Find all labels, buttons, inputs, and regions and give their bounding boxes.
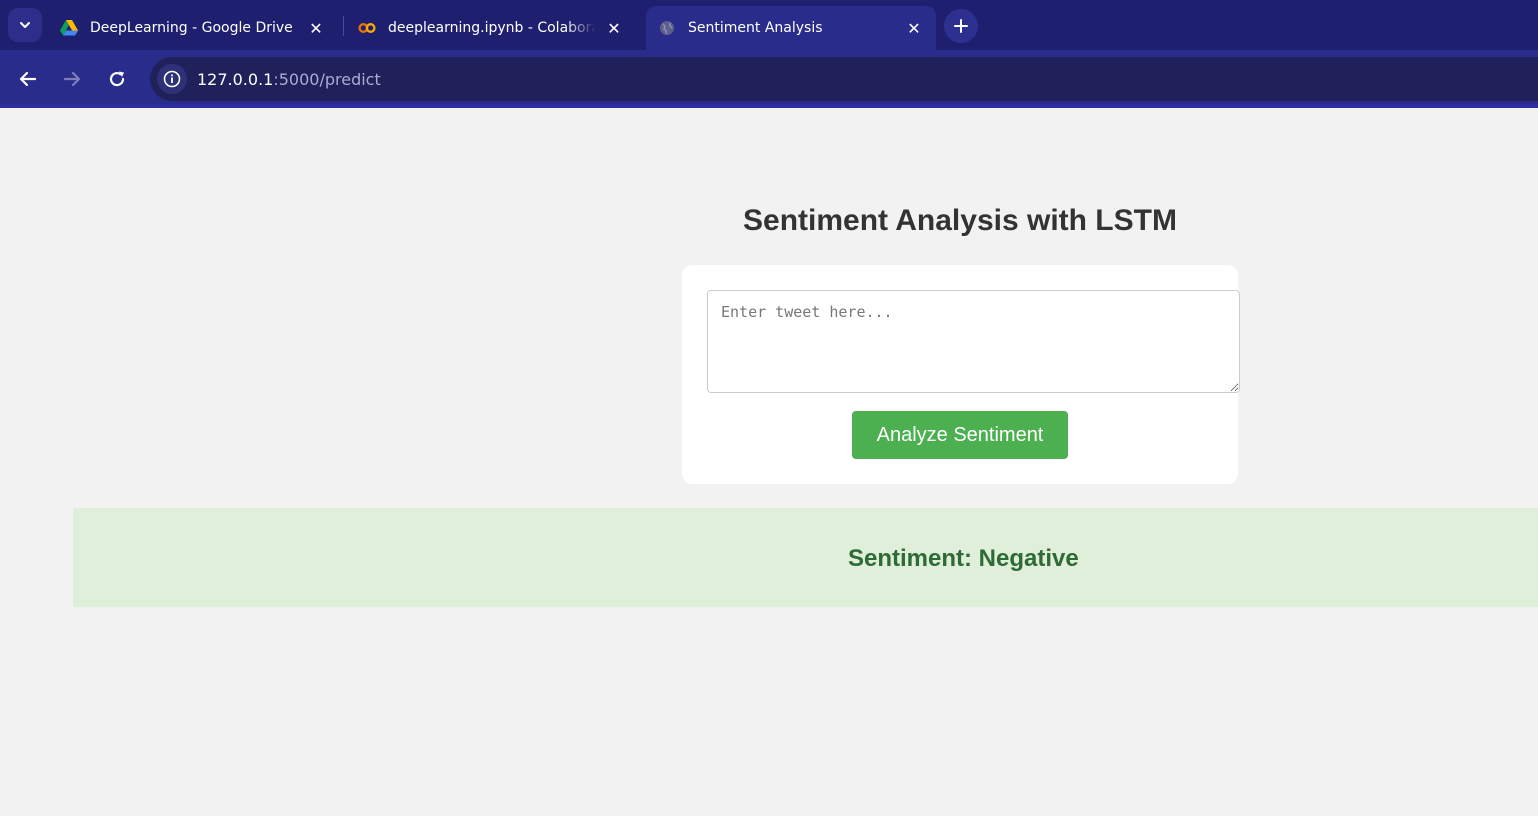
tab-title: Sentiment Analysis bbox=[688, 20, 823, 36]
url-path: :5000/predict bbox=[273, 69, 381, 89]
tab-google-drive[interactable]: DeepLearning - Google Drive ✕ bbox=[48, 6, 338, 50]
tab-colab[interactable]: deeplearning.ipynb - Colaboratory ✕ bbox=[346, 6, 636, 50]
forward-button[interactable] bbox=[55, 62, 89, 96]
colab-icon bbox=[358, 19, 376, 37]
new-tab-button[interactable] bbox=[944, 9, 978, 43]
tweet-input[interactable] bbox=[707, 290, 1240, 393]
tab-search-button[interactable] bbox=[8, 8, 42, 42]
close-icon[interactable]: ✕ bbox=[904, 18, 924, 38]
tab-title: deeplearning.ipynb - Colaboratory bbox=[388, 20, 596, 36]
globe-icon bbox=[658, 19, 676, 37]
page-content: Sentiment Analysis with LSTM Analyze Sen… bbox=[0, 108, 1538, 816]
reload-icon bbox=[109, 71, 125, 87]
analyze-sentiment-button[interactable]: Analyze Sentiment bbox=[852, 411, 1068, 459]
reload-button[interactable] bbox=[100, 62, 134, 96]
google-drive-icon bbox=[60, 19, 78, 37]
tab-divider bbox=[343, 16, 344, 36]
tab-strip: DeepLearning - Google Drive ✕ deeplearni… bbox=[0, 0, 1538, 50]
arrow-left-icon bbox=[19, 71, 37, 87]
url-text: 127.0.0.1:5000/predict bbox=[197, 70, 381, 89]
plus-icon bbox=[954, 19, 968, 33]
close-icon[interactable]: ✕ bbox=[604, 18, 624, 38]
chevron-down-icon bbox=[20, 22, 30, 28]
arrow-right-icon bbox=[63, 71, 81, 87]
back-button[interactable] bbox=[11, 62, 45, 96]
close-icon[interactable]: ✕ bbox=[306, 18, 326, 38]
result-panel: Sentiment: Negative bbox=[73, 508, 1538, 607]
page-title: Sentiment Analysis with LSTM bbox=[743, 204, 1177, 237]
info-icon bbox=[163, 70, 181, 88]
site-info-button[interactable] bbox=[157, 64, 187, 94]
browser-toolbar: 127.0.0.1:5000/predict bbox=[0, 50, 1538, 108]
sentiment-result: Sentiment: Negative bbox=[848, 545, 1079, 572]
input-card: Analyze Sentiment bbox=[682, 265, 1240, 484]
tab-sentiment-analysis[interactable]: Sentiment Analysis ✕ bbox=[646, 6, 936, 50]
address-bar[interactable]: 127.0.0.1:5000/predict bbox=[150, 57, 1538, 101]
tab-title: DeepLearning - Google Drive bbox=[90, 20, 293, 36]
url-host: 127.0.0.1 bbox=[197, 69, 274, 89]
